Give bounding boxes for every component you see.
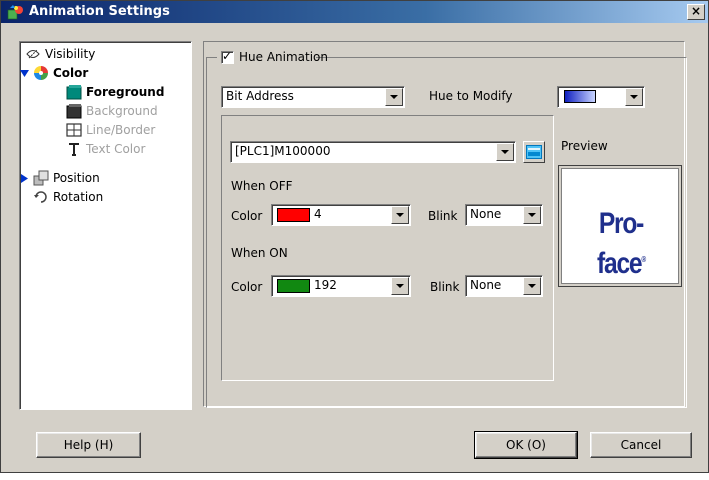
window-title: Animation Settings	[29, 4, 170, 19]
app-icon	[7, 5, 23, 20]
on-blink-label: Blink	[430, 280, 460, 294]
hue-mode-value: Bit Address	[226, 89, 294, 103]
preview-box: Pro-face®	[558, 165, 682, 287]
tree-item-text-color[interactable]: Text Color	[66, 140, 186, 158]
chevron-down-icon[interactable]	[391, 206, 409, 224]
foreground-icon	[66, 85, 82, 100]
tree-item-position[interactable]: Position	[20, 169, 185, 187]
settings-tree[interactable]: Visibility Color Foreground Background L…	[19, 41, 192, 410]
chevron-down-icon[interactable]	[523, 277, 541, 295]
tree-item-label: Line/Border	[86, 123, 156, 137]
off-color-select[interactable]: 4	[271, 204, 411, 226]
chevron-down-icon[interactable]	[523, 206, 541, 224]
chevron-down-icon[interactable]	[391, 277, 409, 295]
tree-item-visibility[interactable]: Visibility	[25, 45, 185, 63]
keypad-icon	[526, 145, 542, 159]
tree-item-label: Visibility	[45, 47, 96, 61]
tree-item-label: Background	[86, 104, 158, 118]
hue-swatch	[564, 90, 596, 103]
on-blink-value: None	[470, 278, 502, 292]
checkmark-icon: ✓	[222, 49, 233, 63]
hue-mode-select[interactable]: Bit Address	[221, 86, 405, 108]
title-bar[interactable]: Animation Settings ×	[1, 1, 708, 23]
off-color-label: Color	[231, 209, 263, 223]
bit-address-value: [PLC1]M100000	[235, 144, 331, 158]
chevron-down-icon[interactable]	[496, 143, 514, 161]
line-border-icon	[66, 123, 82, 137]
proface-logo: Pro-face®	[597, 207, 646, 280]
hue-to-modify-label: Hue to Modify	[429, 89, 513, 103]
tree-item-foreground[interactable]: Foreground	[66, 83, 186, 101]
off-color-value: 4	[314, 207, 322, 221]
on-color-label: Color	[231, 280, 263, 294]
on-color-value: 192	[314, 278, 337, 292]
on-color-swatch	[277, 279, 310, 293]
hue-animation-legend[interactable]: ✓ Hue Animation	[217, 49, 328, 67]
help-button[interactable]: Help (H)	[36, 432, 141, 458]
collapsed-arrow-icon[interactable]	[21, 174, 28, 183]
tree-item-label: Color	[53, 66, 89, 80]
tree-item-color[interactable]: Color	[20, 64, 185, 82]
background-icon	[66, 104, 82, 119]
tree-item-rotation[interactable]: Rotation	[33, 188, 185, 206]
tree-item-line-border[interactable]: Line/Border	[66, 121, 186, 139]
on-color-select[interactable]: 192	[271, 275, 411, 297]
off-blink-value: None	[470, 207, 502, 221]
position-icon	[33, 170, 49, 186]
tree-item-label: Position	[53, 171, 100, 185]
visibility-icon	[26, 49, 40, 59]
when-on-heading: When ON	[231, 246, 288, 260]
chevron-down-icon[interactable]	[625, 88, 643, 106]
close-icon: ×	[690, 4, 702, 18]
hue-animation-label: Hue Animation	[239, 50, 329, 64]
off-color-swatch	[277, 208, 310, 222]
chevron-down-icon[interactable]	[385, 88, 403, 106]
on-blink-select[interactable]: None	[465, 275, 543, 297]
address-input-button[interactable]	[523, 141, 545, 163]
ok-button[interactable]: OK (O)	[474, 431, 578, 459]
rotation-icon	[34, 191, 47, 203]
color-wheel-icon	[34, 66, 48, 80]
off-blink-select[interactable]: None	[465, 204, 543, 226]
tree-item-label: Rotation	[53, 190, 104, 204]
preview-label: Preview	[561, 139, 608, 153]
text-color-icon	[69, 143, 79, 156]
hue-to-modify-select[interactable]	[557, 86, 645, 108]
when-off-heading: When OFF	[231, 179, 293, 193]
tree-item-label: Foreground	[86, 85, 165, 99]
animation-settings-dialog: Animation Settings × Visibility Color Fo…	[0, 0, 709, 473]
tree-item-label: Text Color	[86, 142, 146, 156]
cancel-button[interactable]: Cancel	[590, 432, 692, 458]
bit-address-select[interactable]: [PLC1]M100000	[230, 141, 516, 163]
expanded-arrow-icon[interactable]	[20, 70, 29, 77]
hue-animation-checkbox[interactable]: ✓	[221, 49, 234, 64]
close-button[interactable]: ×	[687, 4, 705, 20]
tree-item-background[interactable]: Background	[66, 102, 186, 120]
off-blink-label: Blink	[428, 209, 458, 223]
